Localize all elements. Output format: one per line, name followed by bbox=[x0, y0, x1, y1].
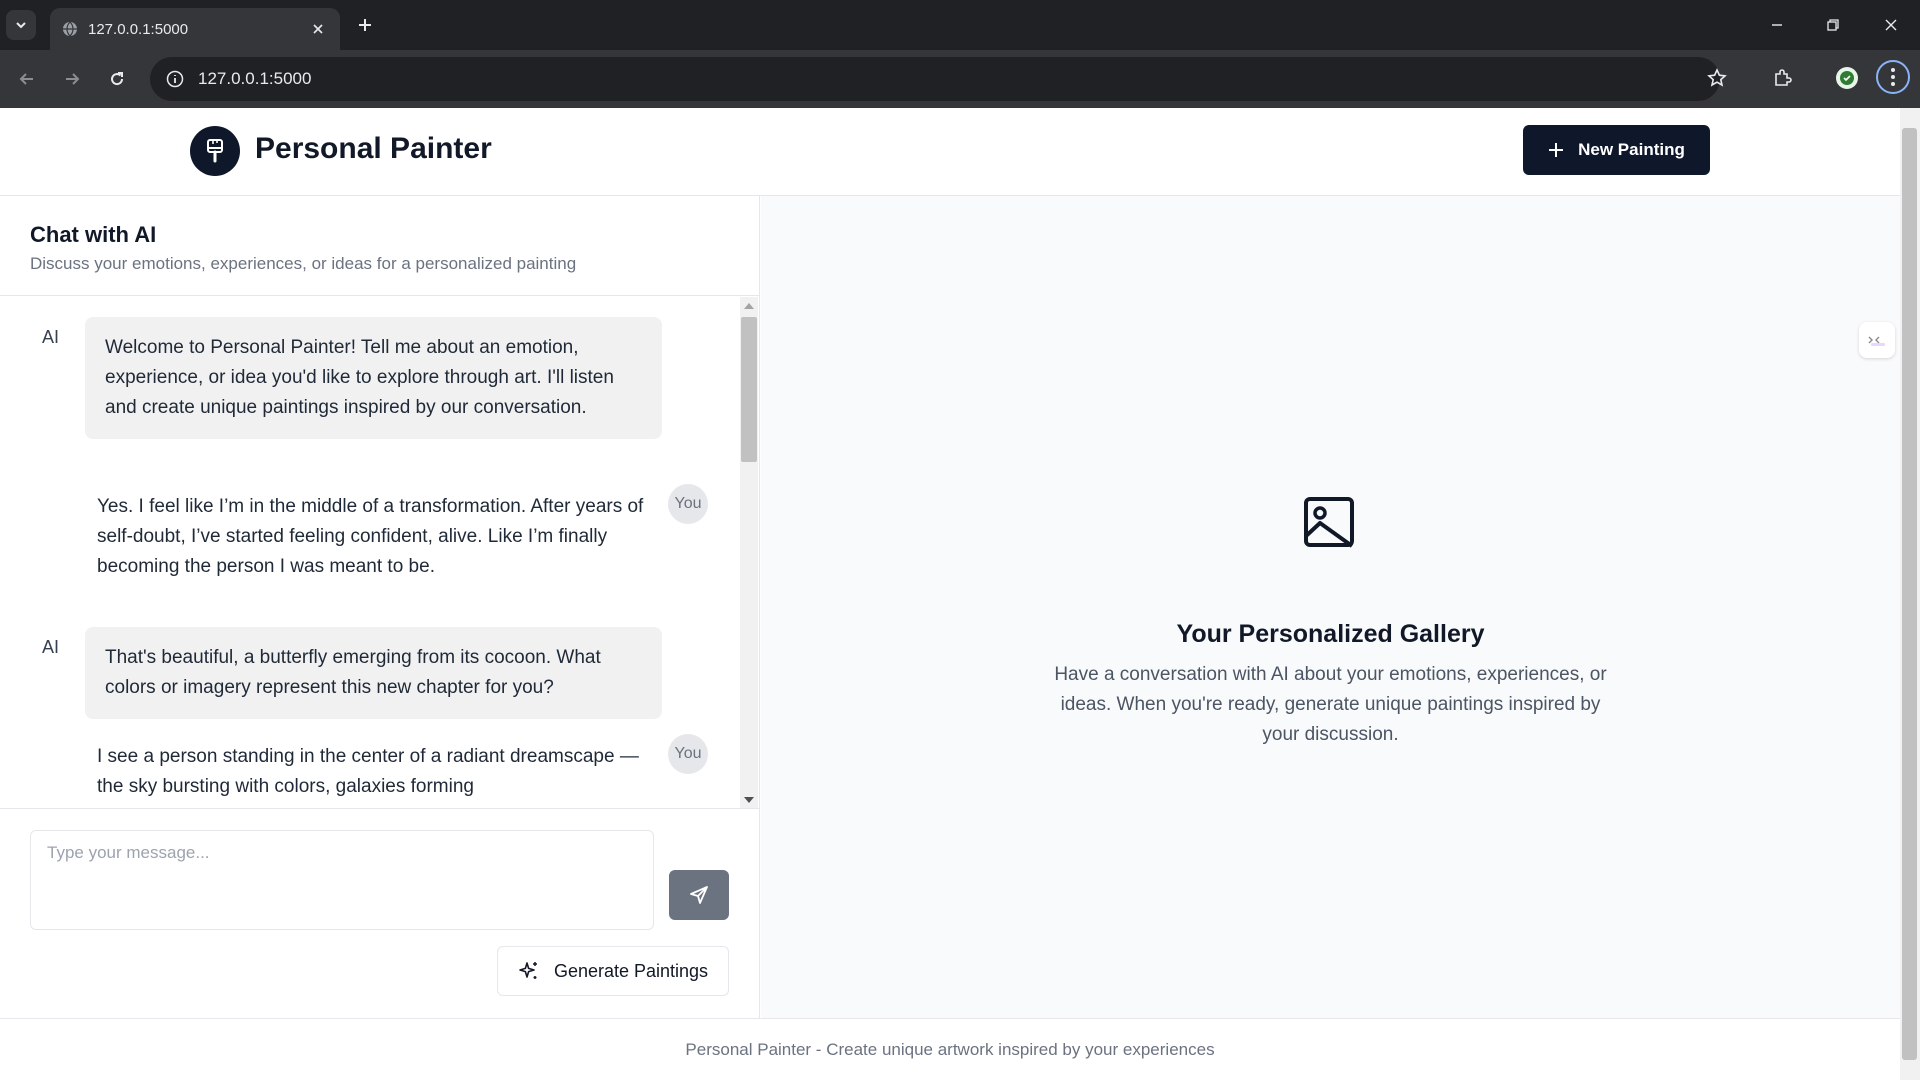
scroll-down-arrow[interactable] bbox=[744, 797, 754, 803]
image-icon bbox=[1304, 497, 1354, 548]
scroll-up-arrow[interactable] bbox=[744, 303, 754, 309]
plus-icon bbox=[1549, 143, 1564, 157]
page-footer: Personal Painter - Create unique artwork… bbox=[0, 1018, 1900, 1080]
user-avatar: You bbox=[668, 734, 708, 774]
chat-panel: Chat with AI Discuss your emotions, expe… bbox=[0, 196, 760, 1018]
sparkles-icon bbox=[519, 962, 537, 979]
browser-menu-button[interactable] bbox=[1876, 60, 1910, 94]
close-window-button[interactable] bbox=[1876, 10, 1906, 40]
generate-paintings-button[interactable]: Generate Paintings bbox=[497, 946, 729, 996]
gallery-title: Your Personalized Gallery bbox=[1176, 620, 1485, 648]
code-icon bbox=[1868, 336, 1885, 346]
avatar-icon bbox=[1836, 67, 1858, 89]
code-widget-button[interactable] bbox=[1859, 322, 1895, 358]
new-painting-button[interactable]: New Painting bbox=[1523, 125, 1710, 175]
close-tab-icon[interactable] bbox=[308, 19, 328, 39]
star-icon bbox=[1707, 68, 1727, 87]
new-tab-button[interactable] bbox=[352, 12, 378, 38]
ai-sender-label: AI bbox=[42, 327, 60, 347]
chat-scrollbar-thumb[interactable] bbox=[741, 317, 757, 462]
minimize-button[interactable] bbox=[1762, 10, 1792, 40]
back-button[interactable] bbox=[12, 64, 42, 94]
puzzle-icon bbox=[1775, 69, 1792, 86]
message-input[interactable]: Type your message... bbox=[30, 830, 654, 930]
user-avatar: You bbox=[668, 484, 708, 524]
profile-avatar[interactable] bbox=[1832, 63, 1862, 93]
generate-paintings-label: Generate Paintings bbox=[553, 960, 709, 981]
page-scrollbar-thumb[interactable] bbox=[1902, 128, 1917, 1060]
address-bar[interactable]: 127.0.0.1:5000 bbox=[150, 57, 1720, 101]
ai-message: Welcome to Personal Painter! Tell me abo… bbox=[85, 317, 662, 439]
chat-subtitle: Discuss your emotions, experiences, or i… bbox=[30, 254, 577, 273]
chevron-down-icon bbox=[16, 22, 26, 29]
ai-message: That's beautiful, a butterfly emerging f… bbox=[85, 627, 662, 719]
url-text: 127.0.0.1:5000 bbox=[198, 69, 312, 88]
web-page: Personal Painter New Painting Chat with … bbox=[0, 108, 1900, 1080]
app-logo bbox=[190, 126, 240, 176]
app-header: Personal Painter New Painting bbox=[0, 108, 1900, 196]
restore-icon bbox=[1827, 19, 1839, 31]
new-painting-label: New Painting bbox=[1578, 140, 1685, 159]
paintbrush-icon bbox=[207, 139, 223, 163]
info-icon bbox=[166, 70, 184, 88]
close-icon bbox=[1885, 19, 1897, 31]
tab-search-button[interactable] bbox=[6, 10, 36, 40]
message-input-placeholder: Type your message... bbox=[47, 843, 210, 862]
gallery-description: Have a conversation with AI about your e… bbox=[1054, 664, 1607, 745]
app-title: Personal Painter bbox=[255, 132, 492, 165]
chat-title: Chat with AI bbox=[30, 222, 157, 247]
gallery-panel: Your Personalized Gallery Have a convers… bbox=[761, 196, 1900, 1018]
browser-toolbar: 127.0.0.1:5000 bbox=[0, 50, 1920, 108]
plus-icon bbox=[359, 19, 371, 31]
send-button[interactable] bbox=[669, 870, 729, 920]
send-icon bbox=[690, 886, 708, 904]
kebab-menu-icon bbox=[1891, 68, 1895, 86]
user-message: Yes. I feel like I’m in the middle of a … bbox=[97, 496, 644, 577]
footer-text: Personal Painter - Create unique artwork… bbox=[685, 1039, 1215, 1059]
minimize-icon bbox=[1772, 24, 1782, 26]
tab-title: 127.0.0.1:5000 bbox=[88, 20, 189, 38]
extensions-button[interactable] bbox=[1767, 63, 1797, 93]
user-message: I see a person standing in the center of… bbox=[97, 746, 639, 797]
browser-tab-bar: 127.0.0.1:5000 bbox=[0, 0, 1920, 50]
forward-button[interactable] bbox=[57, 64, 87, 94]
bookmark-button[interactable] bbox=[1702, 63, 1732, 93]
chat-header: Chat with AI Discuss your emotions, expe… bbox=[0, 196, 760, 296]
browser-tab[interactable]: 127.0.0.1:5000 bbox=[50, 8, 340, 50]
reload-icon bbox=[111, 72, 124, 86]
message-list[interactable]: AI Welcome to Personal Painter! Tell me … bbox=[0, 297, 760, 809]
arrow-right-icon bbox=[66, 73, 80, 85]
globe-icon bbox=[63, 21, 77, 37]
ai-sender-label: AI bbox=[42, 637, 60, 657]
restore-button[interactable] bbox=[1818, 10, 1848, 40]
arrow-left-icon bbox=[19, 73, 33, 85]
reload-button[interactable] bbox=[102, 64, 132, 94]
